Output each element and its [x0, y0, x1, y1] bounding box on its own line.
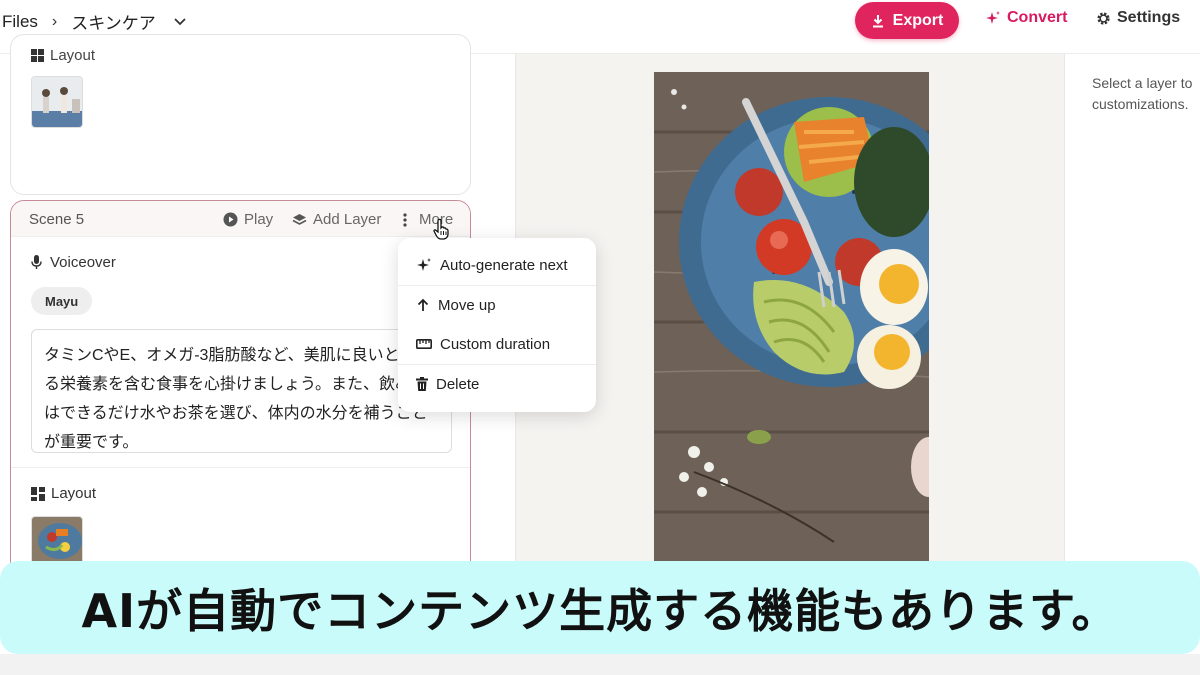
scene-card-previous: Layout	[10, 34, 471, 195]
export-label: Export	[892, 11, 944, 29]
breadcrumb-project[interactable]: スキンケア	[71, 9, 156, 34]
breadcrumb: Files › スキンケア	[2, 9, 186, 34]
settings-button[interactable]: Settings	[1096, 9, 1180, 27]
export-button[interactable]: Export	[855, 2, 959, 39]
trash-icon	[416, 377, 428, 391]
convert-label: Convert	[1007, 9, 1068, 26]
voice-selector[interactable]: Mayu	[31, 287, 93, 315]
scene-preview-image[interactable]	[654, 72, 929, 562]
sparkle-icon	[985, 10, 1001, 26]
more-menu: Auto-generate next Move up Custom durati…	[398, 238, 596, 412]
section-divider	[11, 467, 470, 468]
play-button[interactable]: Play	[223, 211, 273, 228]
microphone-icon	[31, 255, 42, 270]
hand-cursor-icon	[432, 218, 452, 240]
layout-icon	[31, 49, 44, 62]
sparkle-icon	[416, 257, 432, 273]
more-vertical-icon	[403, 212, 407, 227]
bottom-strip	[0, 654, 1200, 675]
layout-section-label: Layout	[31, 485, 96, 502]
ruler-icon	[416, 339, 432, 349]
breadcrumb-separator: ›	[51, 12, 58, 30]
voiceover-section-label: Voiceover	[31, 254, 116, 271]
voiceover-text-input[interactable]: タミンCやE、オメガ-3脂肪酸など、美肌に良いとされる栄養素を含む食事を心掛けま…	[31, 329, 452, 453]
convert-button[interactable]: Convert	[985, 9, 1067, 27]
play-icon	[223, 212, 238, 227]
gear-icon	[1096, 11, 1111, 26]
menu-item-move-up[interactable]: Move up	[398, 286, 596, 324]
subtitle-caption: AIが自動でコンテンツ生成する機能もあります。	[0, 561, 1200, 654]
layout-icon	[31, 486, 45, 501]
layers-icon	[292, 213, 307, 227]
breadcrumb-files[interactable]: Files	[2, 12, 38, 32]
download-icon	[871, 14, 885, 28]
settings-label: Settings	[1117, 9, 1181, 26]
menu-item-delete[interactable]: Delete	[398, 365, 596, 403]
menu-item-auto-generate-next[interactable]: Auto-generate next	[398, 246, 596, 284]
layout-thumbnail[interactable]	[31, 76, 83, 128]
menu-item-custom-duration[interactable]: Custom duration	[398, 325, 596, 363]
chevron-down-icon[interactable]	[174, 17, 186, 26]
scene-header: Scene 5 Play Add Layer More	[11, 201, 470, 237]
add-layer-button[interactable]: Add Layer	[292, 211, 381, 228]
arrow-up-icon	[416, 298, 430, 312]
layout-section-label: Layout	[31, 47, 95, 64]
scene-title: Scene 5	[29, 211, 85, 228]
empty-state-hint: Select a layer to customizations.	[1092, 75, 1193, 112]
